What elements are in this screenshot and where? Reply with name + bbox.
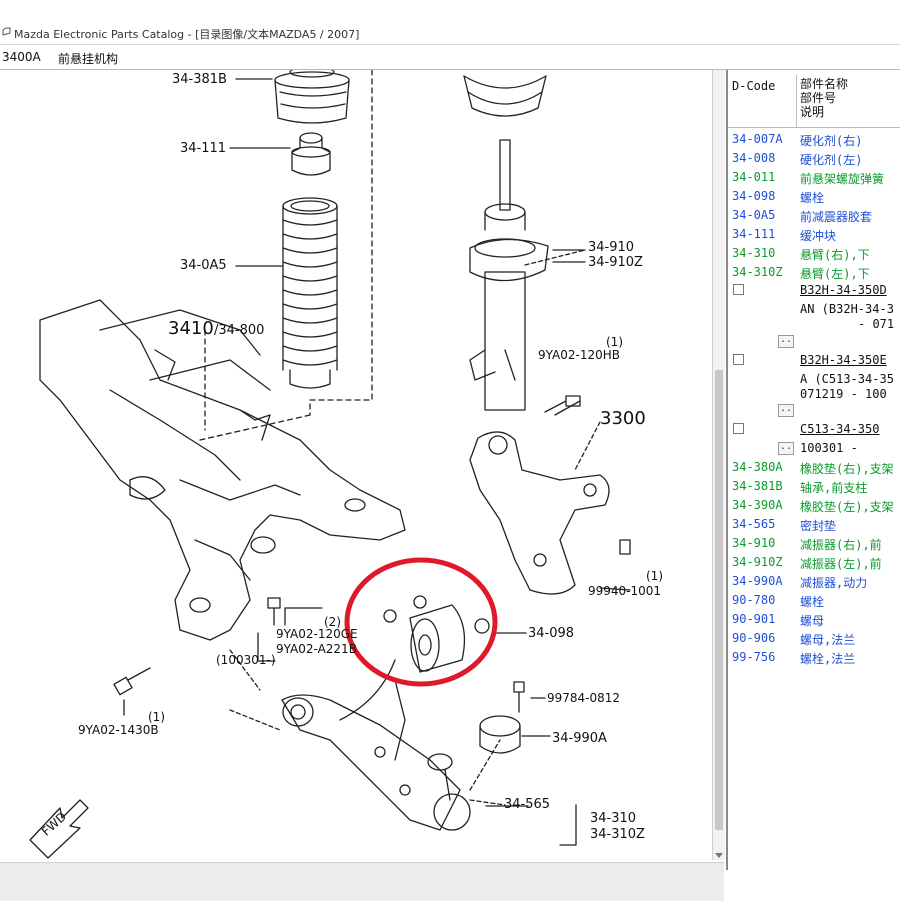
dynamic-damper-drawing — [479, 715, 521, 754]
callout-9ya02-a221b[interactable]: 9YA02-A221B — [276, 643, 357, 655]
nut-99940-drawing — [619, 539, 631, 555]
callout-100301: (100301-) — [216, 653, 276, 667]
parts-diagram[interactable]: 34-381B 34-111 34-0A5 3410 /34-800 34-91… — [0, 70, 712, 860]
parts-list-panel: D-Code 部件名称 部件号 说明 34-007A 硬化剂(右) 34-008… — [726, 70, 900, 870]
callout-34-098[interactable]: 34-098 — [528, 627, 574, 640]
part-number-row[interactable]: C513-34-350 — [728, 420, 900, 439]
group-code: 3400A — [2, 50, 41, 64]
callout-99784-0812[interactable]: 99784-0812 — [547, 692, 620, 704]
more-details-button[interactable]: .. — [778, 404, 794, 417]
list-item[interactable]: 34-310Z 悬臂(左),下 — [728, 263, 900, 282]
bolt-120ge-drawing — [267, 597, 281, 626]
group-name: 前悬挂机构 — [58, 52, 119, 66]
list-item[interactable]: 34-111 缓冲块 — [728, 225, 900, 244]
callout-34-910[interactable]: 34-910 — [588, 241, 634, 254]
knuckle-drawing — [469, 421, 610, 595]
scroll-down-icon[interactable] — [715, 853, 723, 858]
part-number-row[interactable]: B32H-34-350D — [728, 281, 900, 300]
list-item[interactable]: 34-011 前悬架螺旋弹簧 — [728, 168, 900, 187]
list-item[interactable]: 99-756 螺栓,法兰 — [728, 648, 900, 667]
callout-qty-1a: (1) — [606, 335, 623, 349]
bump-stop-drawing — [291, 132, 331, 176]
highlight-circle — [344, 557, 498, 687]
list-item[interactable]: 34-098 螺栓 — [728, 187, 900, 206]
callout-qty-1c: (1) — [148, 710, 165, 724]
callout-qty-1b: (1) — [646, 569, 663, 583]
diagram-vertical-scrollbar[interactable] — [712, 70, 725, 860]
app-icon — [2, 27, 11, 36]
part-description-row: - 071 — [858, 317, 895, 331]
part-description-row: 100301 - — [800, 441, 858, 455]
list-item[interactable]: 34-990A 减振器,动力 — [728, 572, 900, 591]
part-number-row[interactable]: B32H-34-350E — [728, 351, 900, 370]
column-part-name: 部件名称 — [800, 77, 849, 91]
list-item[interactable]: 34-390A 橡胶垫(左),支架 — [728, 496, 900, 515]
list-item[interactable]: 34-007A 硬化剂(右) — [728, 130, 900, 149]
part-description-row: 071219 - 100 — [800, 387, 887, 401]
list-item[interactable]: 34-910Z 减振器(左),前 — [728, 553, 900, 572]
list-item[interactable]: 34-381B 轴承,前支柱 — [728, 477, 900, 496]
diagram-horizontal-scrollbar[interactable] — [0, 862, 724, 901]
column-dcode[interactable]: D-Code — [732, 79, 775, 93]
dust-boot-drawing — [282, 197, 338, 389]
group-header: 3400A 前悬挂机构 — [0, 45, 900, 70]
callout-34-565[interactable]: 34-565 — [504, 798, 550, 811]
bushing-drawing — [383, 595, 490, 673]
callout-34-310z[interactable]: 34-310Z — [590, 828, 645, 841]
callout-99940-1001[interactable]: 99940-1001 — [588, 585, 661, 597]
list-item[interactable]: 34-910 减振器(右),前 — [728, 534, 900, 553]
column-part-number: 部件号 — [800, 91, 837, 105]
subframe-drawing — [39, 299, 406, 641]
shock-absorber-drawing — [469, 139, 586, 411]
callout-34-310[interactable]: 34-310 — [590, 812, 636, 825]
column-divider — [796, 75, 797, 127]
column-description: 说明 — [800, 105, 825, 119]
callout-34-990a[interactable]: 34-990A — [552, 732, 607, 745]
bolt-99784-drawing — [513, 681, 525, 713]
list-item[interactable]: 34-0A5 前减震器胶套 — [728, 206, 900, 225]
callout-34-910z[interactable]: 34-910Z — [588, 256, 643, 269]
bolt-1430b-drawing — [113, 667, 151, 696]
column-part-info[interactable]: 部件名称 部件号 说明 — [800, 77, 848, 119]
callout-3410[interactable]: 3410 — [168, 320, 214, 338]
coil-spring-drawing — [463, 75, 547, 117]
callout-9ya02-120ge[interactable]: 9YA02-120GE — [276, 628, 358, 640]
callout-34-0a5[interactable]: 34-0A5 — [180, 259, 227, 272]
list-item[interactable]: 34-380A 橡胶垫(右),支架 — [728, 458, 900, 477]
callout-9ya02-1430b[interactable]: 9YA02-1430B — [78, 724, 159, 736]
callout-9ya02-120hb[interactable]: 9YA02-120HB — [538, 349, 620, 361]
list-item[interactable]: 34-008 硬化剂(左) — [728, 149, 900, 168]
window-title: Mazda Electronic Parts Catalog - [目录图像/文… — [14, 28, 360, 41]
list-item[interactable]: 34-565 密封垫 — [728, 515, 900, 534]
lower-arm-drawing — [281, 659, 471, 831]
callout-34-800[interactable]: /34-800 — [214, 324, 264, 337]
callout-3300[interactable]: 3300 — [600, 410, 646, 428]
parts-list-header: D-Code 部件名称 部件号 说明 — [728, 75, 900, 128]
callout-34-381b[interactable]: 34-381B — [172, 73, 227, 86]
list-item[interactable]: 90-906 螺母,法兰 — [728, 629, 900, 648]
list-item[interactable]: 90-780 螺栓 — [728, 591, 900, 610]
callout-34-111[interactable]: 34-111 — [180, 142, 226, 155]
list-item[interactable]: 34-310 悬臂(右),下 — [728, 244, 900, 263]
title-bar: Mazda Electronic Parts Catalog - [目录图像/文… — [0, 0, 900, 45]
list-item[interactable]: 90-901 螺母 — [728, 610, 900, 629]
strut-mount-drawing — [274, 70, 350, 124]
more-details-button[interactable]: .. — [778, 335, 794, 348]
scrollbar-thumb[interactable] — [715, 370, 723, 830]
bolt-120hb-drawing — [544, 395, 581, 416]
